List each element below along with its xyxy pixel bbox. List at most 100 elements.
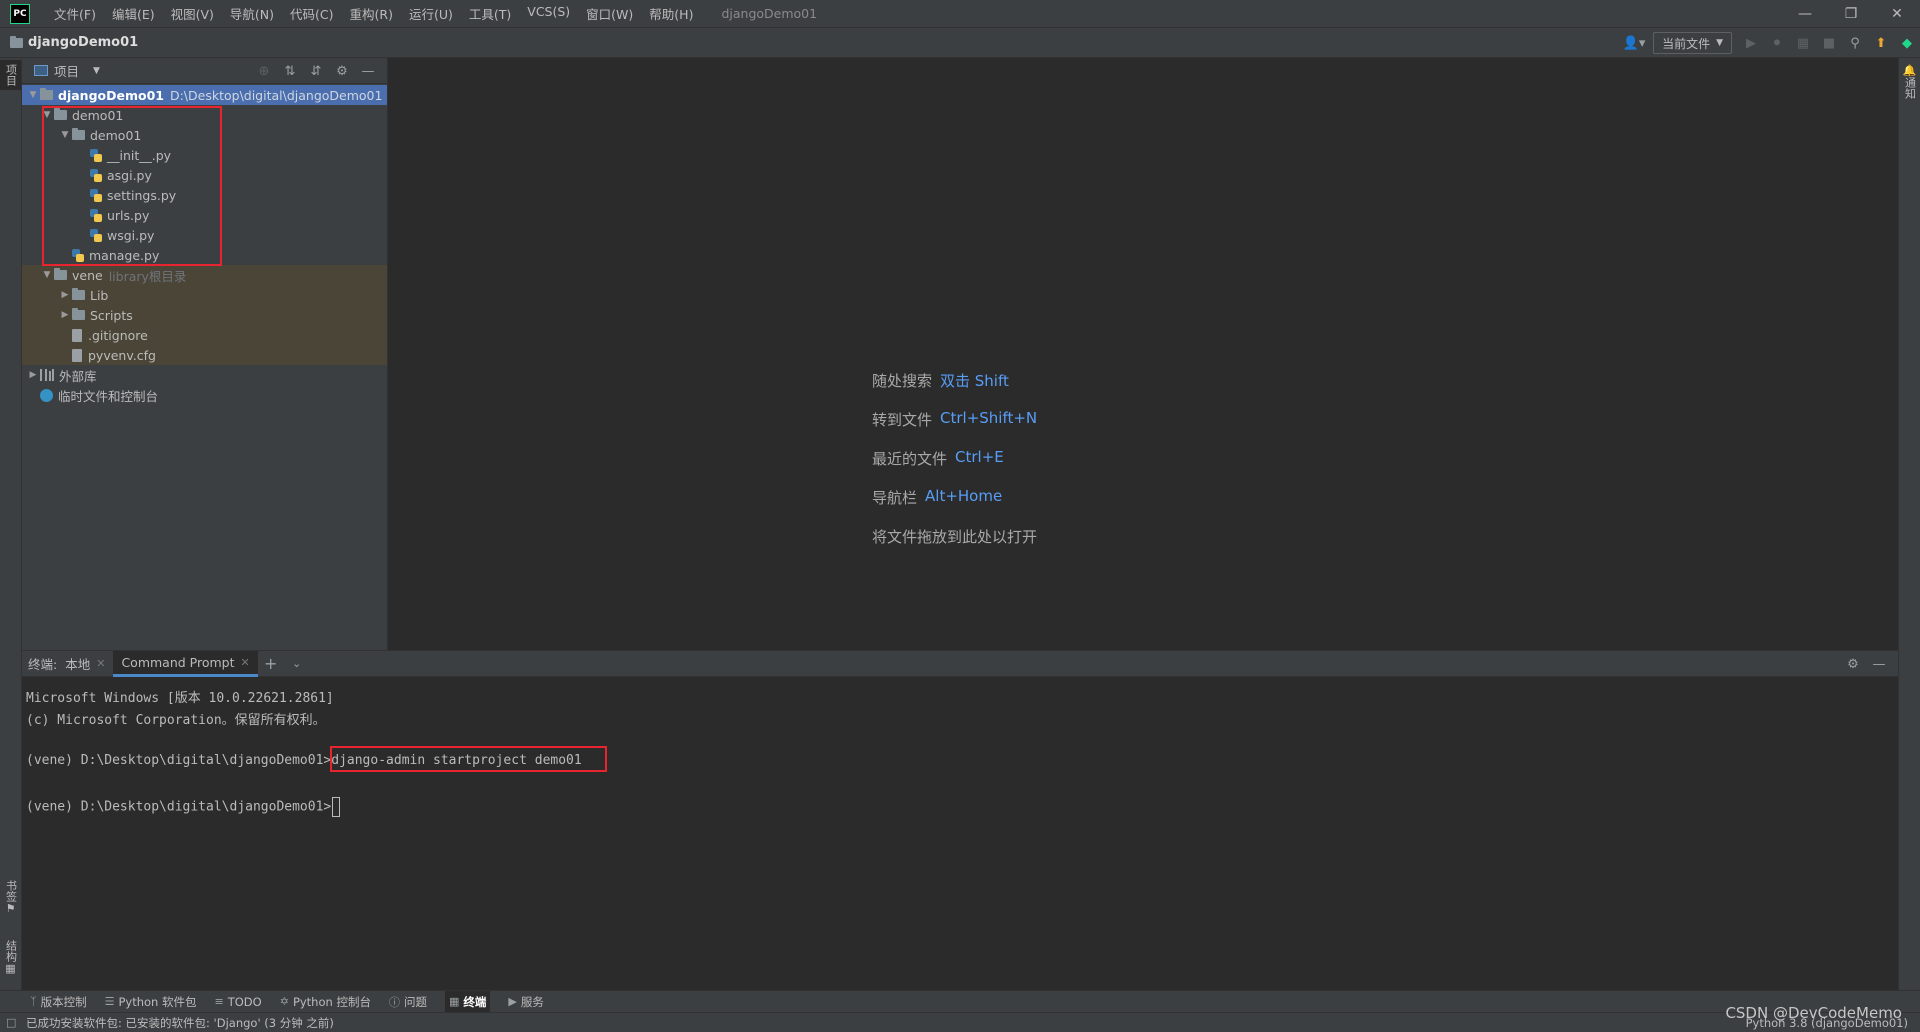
python-console-icon: ✡ [279, 995, 289, 1008]
project-view-selector[interactable]: 项目 ▼ [34, 61, 100, 80]
tree-scratches[interactable]: 临时文件和控制台 [22, 385, 158, 405]
tree-folder-demo01[interactable]: ▼ demo01 [22, 105, 124, 125]
chevron-right-icon[interactable]: ▶ [58, 310, 72, 320]
layout-icon[interactable]: □ [6, 1016, 16, 1029]
close-icon[interactable]: ✕ [96, 657, 105, 670]
update-icon[interactable]: ⬆ [1869, 31, 1893, 55]
account-icon[interactable]: 👤▾ [1622, 31, 1646, 55]
menu-tools[interactable]: 工具(T) [461, 4, 519, 23]
hint-navigation-bar: 导航栏 Alt+Home [872, 487, 1002, 508]
tool-python-packages[interactable]: ☰ Python 软件包 [105, 994, 197, 1010]
collapse-all-icon[interactable]: ⇵ [304, 59, 328, 83]
minimize-icon[interactable]: — [1782, 0, 1828, 28]
tree-folder-demo01-inner[interactable]: ▼ demo01 [22, 125, 142, 145]
project-view-icon [34, 65, 48, 76]
hide-panel-icon[interactable]: — [1867, 652, 1891, 676]
project-panel-title: 项目 [54, 64, 80, 79]
tree-file[interactable]: manage.py [22, 245, 159, 265]
stripe-bookmarks-button[interactable]: 书签 ⚑ [0, 880, 21, 915]
editor-empty-area[interactable]: 随处搜索 双击 Shift 转到文件 Ctrl+Shift+N 最近的文件 Ct… [389, 58, 1898, 650]
chevron-down-icon[interactable]: ▼ [58, 130, 72, 140]
stripe-notifications-button[interactable]: 🔔 通知 [1899, 64, 1920, 99]
tab-command-prompt[interactable]: Command Prompt ✕ [113, 650, 258, 677]
terminal-command: django-admin startproject demo01 [331, 753, 582, 768]
tool-todo[interactable]: ≡ TODO [215, 995, 262, 1009]
tree-folder-lib[interactable]: ▶ Lib [22, 285, 387, 305]
tool-python-console[interactable]: ✡ Python 控制台 [280, 994, 371, 1010]
run-icon[interactable]: ▶ [1739, 31, 1763, 55]
hint-shortcut: Ctrl+E [955, 448, 1004, 466]
folder-icon [54, 268, 67, 280]
gear-icon[interactable]: ⚙ [330, 59, 354, 83]
stripe-project-button[interactable]: 项目 [0, 60, 21, 90]
tool-window-bar: ᛉ 版本控制 ☰ Python 软件包 ≡ TODO ✡ Python 控制台 … [0, 990, 1920, 1012]
tree-item-label: manage.py [89, 247, 160, 263]
pycharm-logo-icon[interactable]: PC [10, 3, 30, 24]
chevron-right-icon[interactable]: ▶ [26, 370, 40, 380]
tree-file[interactable]: asgi.py [22, 165, 152, 185]
select-opened-file-icon[interactable]: ⊕ [252, 59, 276, 83]
menu-edit[interactable]: 编辑(E) [104, 4, 163, 23]
menu-window[interactable]: 窗口(W) [578, 4, 641, 23]
terminal-cursor[interactable] [332, 797, 341, 817]
menu-view[interactable]: 视图(V) [163, 4, 222, 23]
menu-file[interactable]: 文件(F) [46, 4, 104, 23]
hint-label: 最近的文件 [872, 450, 948, 468]
chevron-down-icon[interactable]: ▼ [40, 110, 54, 120]
tree-folder-venv[interactable]: ▼ vene library根目录 [22, 265, 387, 285]
project-panel-header: 项目 ▼ ⊕ ⇅ ⇵ ⚙ — [22, 58, 387, 84]
tree-file[interactable]: __init__.py [22, 145, 171, 165]
restore-icon[interactable]: ❐ [1828, 0, 1874, 28]
menu-run[interactable]: 运行(U) [401, 4, 461, 23]
menu-code[interactable]: 代码(C) [282, 4, 341, 23]
tool-label: TODO [227, 994, 262, 1009]
menu-navigate[interactable]: 导航(N) [222, 4, 282, 23]
stripe-notifications-label: 通知 [1903, 77, 1917, 99]
folder-icon [40, 88, 53, 100]
status-message[interactable]: 已成功安装软件包: 已安装的软件包: 'Django' (3 分钟 之前) [26, 1015, 334, 1031]
python-file-icon [90, 168, 102, 182]
tool-problems[interactable]: ⓘ 问题 [389, 994, 427, 1010]
menu-help[interactable]: 帮助(H) [641, 4, 701, 23]
gear-icon[interactable]: ⚙ [1841, 652, 1865, 676]
bell-icon: 🔔 [1902, 64, 1917, 77]
close-icon[interactable]: ✕ [241, 656, 250, 669]
tree-file[interactable]: pyvenv.cfg [22, 345, 387, 365]
add-icon[interactable]: + [259, 652, 283, 676]
chevron-down-icon[interactable]: ▼ [26, 90, 40, 100]
menu-vcs[interactable]: VCS(S) [519, 4, 578, 23]
search-icon[interactable]: ⚲ [1843, 31, 1867, 55]
close-icon[interactable]: ✕ [1874, 0, 1920, 28]
debug-icon[interactable]: ⚫ [1765, 31, 1789, 55]
tree-file[interactable]: wsgi.py [22, 225, 154, 245]
hide-panel-icon[interactable]: — [356, 59, 380, 83]
jetbrains-toolbox-icon[interactable]: ◆ [1895, 31, 1919, 55]
chevron-down-icon[interactable]: ⌄ [285, 652, 309, 676]
breadcrumb-project[interactable]: djangoDemo01 [10, 35, 138, 50]
terminal-label: 终端: [28, 657, 58, 672]
tool-services[interactable]: ▶ 服务 [508, 994, 543, 1010]
tree-folder-scripts[interactable]: ▶ Scripts [22, 305, 387, 325]
tree-file[interactable]: settings.py [22, 185, 176, 205]
tool-terminal[interactable]: ▦ 终端 [444, 991, 491, 1012]
hint-label: 将文件拖放到此处以打开 [872, 528, 1038, 546]
tab-local[interactable]: 本地 ✕ [57, 651, 113, 677]
tree-external-libraries[interactable]: ▶ 外部库 [22, 365, 97, 385]
expand-all-icon[interactable]: ⇅ [278, 59, 302, 83]
menu-refactor[interactable]: 重构(R) [342, 4, 401, 23]
project-panel: 项目 ▼ ⊕ ⇅ ⇵ ⚙ — ▼ djangoDemo01 D:\Desktop… [22, 58, 388, 650]
coverage-icon[interactable]: ▦ [1791, 31, 1815, 55]
hint-label: 随处搜索 [872, 372, 933, 390]
tool-version-control[interactable]: ᛉ 版本控制 [30, 994, 87, 1010]
stripe-structure-button[interactable]: 结构 ▦ [0, 940, 21, 975]
tree-root-project[interactable]: ▼ djangoDemo01 D:\Desktop\digital\django… [22, 85, 387, 105]
terminal-prompt-line[interactable]: (vene) D:\Desktop\digital\djangoDemo01> [26, 797, 341, 817]
chevron-right-icon[interactable]: ▶ [58, 290, 72, 300]
stop-icon[interactable]: ■ [1817, 31, 1841, 55]
breadcrumb-project-label: djangoDemo01 [28, 35, 139, 50]
chevron-down-icon[interactable]: ▼ [40, 270, 54, 280]
run-config-select[interactable]: 当前文件 ▼ [1653, 32, 1732, 54]
tree-file[interactable]: urls.py [22, 205, 149, 225]
python-file-icon [90, 208, 102, 222]
tree-file[interactable]: .gitignore [22, 325, 387, 345]
